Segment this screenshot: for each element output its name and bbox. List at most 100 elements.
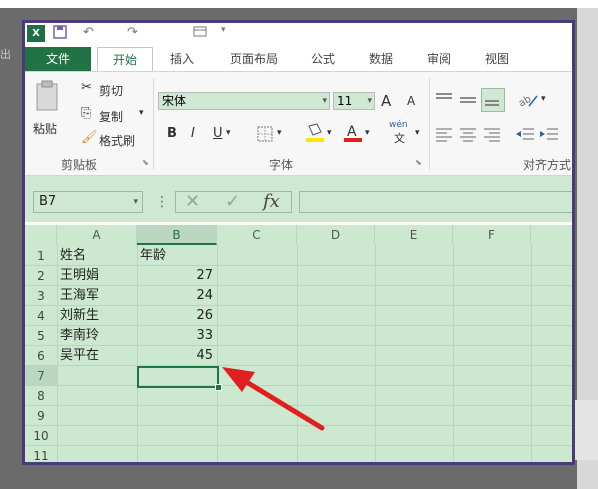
cell-a2[interactable]: 王明娟 [60, 266, 135, 286]
fill-color-dropdown-icon[interactable]: ▾ [327, 128, 332, 138]
copy-button[interactable]: ⎘ 复制 ▾ [81, 106, 151, 124]
cell-a5[interactable]: 李南玲 [60, 326, 135, 346]
active-cell-b7[interactable] [137, 366, 219, 388]
grid-line [297, 245, 298, 462]
cell-b3[interactable]: 24 [137, 286, 213, 306]
insert-function-button[interactable]: fx [263, 191, 280, 213]
row-header-5[interactable]: 5 [25, 326, 57, 346]
font-color-button[interactable]: A [343, 122, 363, 147]
align-center-button[interactable] [459, 126, 477, 145]
font-name-select[interactable]: 宋体 ▾ [158, 92, 330, 110]
column-header-e[interactable]: E [375, 225, 453, 245]
bold-button[interactable]: B [167, 126, 177, 141]
cut-button[interactable]: ✂ 剪切 [81, 80, 141, 98]
cell-b1[interactable]: 年龄 [140, 246, 215, 266]
column-header-d[interactable]: D [297, 225, 375, 245]
cell-b5[interactable]: 33 [137, 326, 213, 346]
row-header-6[interactable]: 6 [25, 346, 57, 366]
name-box[interactable]: B7 ▾ [33, 191, 143, 213]
column-header-f[interactable]: F [453, 225, 531, 245]
italic-button[interactable]: I [191, 126, 195, 141]
save-icon[interactable] [53, 25, 67, 43]
align-top-button[interactable] [435, 92, 453, 111]
row-header-7[interactable]: 7 [25, 366, 57, 386]
row-header-10[interactable]: 10 [25, 426, 57, 446]
row-header-4[interactable]: 4 [25, 306, 57, 326]
decrease-font-size-button[interactable]: A [407, 94, 415, 108]
fill-color-button[interactable] [305, 122, 325, 147]
clipboard-group-label: 剪贴板 [61, 158, 98, 172]
column-header-b[interactable]: B [137, 225, 217, 245]
tab-insert[interactable]: 插入 [160, 47, 204, 71]
underline-button[interactable]: U [213, 126, 223, 141]
copy-dropdown-icon[interactable]: ▾ [139, 108, 144, 118]
orientation-button[interactable]: ab [517, 90, 541, 113]
fill-handle[interactable] [215, 384, 222, 391]
phonetic-dropdown-icon[interactable]: ▾ [415, 128, 420, 138]
tab-page-layout[interactable]: 页面布局 [217, 47, 291, 71]
row-header-11[interactable]: 11 [25, 446, 57, 462]
row-header-9[interactable]: 9 [25, 406, 57, 426]
tab-data[interactable]: 数据 [359, 47, 403, 71]
underline-dropdown-icon[interactable]: ▾ [226, 128, 231, 138]
paste-icon [36, 80, 58, 111]
align-middle-button[interactable] [459, 92, 477, 111]
tab-file[interactable]: 文件 [25, 47, 91, 71]
align-right-button[interactable] [483, 126, 501, 145]
confirm-entry-button[interactable]: ✓ [225, 191, 240, 213]
row-header-1[interactable]: 1 [25, 246, 57, 266]
cell-b4[interactable]: 26 [137, 306, 213, 326]
redo-icon[interactable]: ↷ [127, 25, 138, 40]
border-dropdown-icon[interactable]: ▾ [277, 128, 282, 138]
column-header-a[interactable]: A [57, 225, 137, 245]
align-bottom-button[interactable] [481, 88, 505, 112]
tab-home[interactable]: 开始 [97, 47, 153, 71]
format-painter-button[interactable]: 🖌 格式刷 [81, 130, 151, 148]
undo-icon[interactable]: ↶ [83, 25, 94, 40]
cell-a1[interactable]: 姓名 [60, 246, 135, 266]
clipboard-launcher-icon[interactable]: ⬊ [142, 158, 149, 167]
phonetic-label: wén [389, 120, 408, 130]
formula-input[interactable] [299, 191, 572, 213]
increase-indent-button[interactable] [539, 126, 559, 145]
increase-font-size-button[interactable]: A [381, 92, 391, 110]
scissors-icon: ✂ [81, 80, 92, 95]
border-button[interactable] [257, 126, 273, 145]
tab-review[interactable]: 审阅 [417, 47, 461, 71]
paint-bucket-icon [306, 123, 324, 142]
excel-window: X ↶ ↷ ▾ 文件 开始 插入 页面布局 公式 数据 审阅 视图 粘贴 ✂ 剪… [22, 20, 575, 465]
cell-a3[interactable]: 王海军 [60, 286, 135, 306]
tab-formulas[interactable]: 公式 [301, 47, 345, 71]
orientation-dropdown-icon[interactable]: ▾ [541, 94, 546, 104]
cancel-entry-button[interactable]: ✕ [185, 191, 200, 213]
grid-line [57, 425, 572, 426]
cell-a6[interactable]: 吴平在 [60, 346, 135, 366]
select-all-corner[interactable] [25, 225, 57, 245]
grid-line [217, 245, 218, 462]
row-header-8[interactable]: 8 [25, 386, 57, 406]
font-color-dropdown-icon[interactable]: ▾ [365, 128, 370, 138]
column-header-g[interactable] [531, 225, 572, 245]
font-size-value: 11 [337, 94, 353, 108]
cell-a4[interactable]: 刘新生 [60, 306, 135, 326]
worksheet-grid[interactable]: A B C D E F 1 2 3 4 5 6 7 8 9 10 11 姓名 年… [25, 225, 572, 462]
align-top-icon [436, 93, 452, 99]
column-header-c[interactable]: C [217, 225, 297, 245]
tab-view[interactable]: 视图 [475, 47, 519, 71]
decrease-indent-button[interactable] [515, 126, 535, 145]
excel-app-icon: X [27, 25, 45, 42]
font-launcher-icon[interactable]: ⬊ [415, 158, 422, 167]
cell-b6[interactable]: 45 [137, 346, 213, 366]
row-header-2[interactable]: 2 [25, 266, 57, 286]
quick-access-more-icon[interactable] [193, 25, 209, 43]
row-header-3[interactable]: 3 [25, 286, 57, 306]
font-size-select[interactable]: 11 ▾ [333, 92, 375, 110]
customize-toolbar-icon[interactable]: ▾ [221, 25, 226, 35]
font-color-icon: A [344, 124, 362, 142]
paste-label: 粘贴 [33, 122, 58, 136]
cell-b2[interactable]: 27 [137, 266, 213, 286]
align-left-button[interactable] [435, 126, 453, 145]
phonetic-button[interactable]: wén 文 [389, 120, 413, 145]
paste-button[interactable]: 粘贴 [33, 80, 69, 140]
copy-icon: ⎘ [81, 106, 92, 121]
